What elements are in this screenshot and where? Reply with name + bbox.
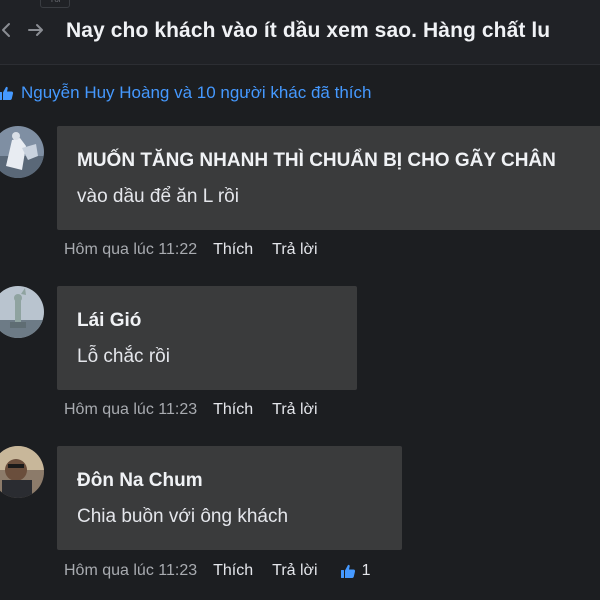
likes-summary[interactable]: Nguyễn Huy Hoàng và 10 người khác đã thí… xyxy=(0,80,371,106)
reply-link[interactable]: Trả lời xyxy=(272,562,317,580)
comment-bubble: Đôn Na Chum Chia buồn với ông khách xyxy=(57,446,402,550)
post-header: Tôi Nay cho khách vào ít dầu xem sao. Hà… xyxy=(0,0,600,65)
comment-author[interactable]: MUỐN TĂNG NHANH THÌ CHUẨN BỊ CHO GÃY CHÂ… xyxy=(77,150,597,172)
comment-bubble: Lái Gió Lỗ chắc rồi xyxy=(57,286,357,390)
like-link[interactable]: Thích xyxy=(213,562,253,580)
comment-author[interactable]: Đôn Na Chum xyxy=(77,470,382,492)
like-link[interactable]: Thích xyxy=(213,241,253,259)
top-tab-stub[interactable]: Tôi xyxy=(40,0,70,8)
comment-meta: Hôm qua lúc 11:23 Thích Trả lời xyxy=(64,399,337,421)
likes-text[interactable]: Nguyễn Huy Hoàng và 10 người khác đã thí… xyxy=(21,83,371,103)
post-title: Nay cho khách vào ít dầu xem sao. Hàng c… xyxy=(66,19,551,42)
back-arrow-icon[interactable] xyxy=(0,18,18,42)
reaction-count-value: 1 xyxy=(361,562,371,579)
comment-text: Lỗ chắc rồi xyxy=(77,346,170,367)
like-link[interactable]: Thích xyxy=(213,401,253,419)
reaction-count[interactable]: 1 xyxy=(340,562,371,580)
thumbs-up-icon xyxy=(0,85,14,101)
thumbs-up-icon xyxy=(340,563,356,579)
comment-time[interactable]: Hôm qua lúc 11:22 xyxy=(64,241,197,259)
avatar[interactable] xyxy=(0,126,44,178)
reply-link[interactable]: Trả lời xyxy=(272,401,317,419)
comment-meta: Hôm qua lúc 11:22 Thích Trả lời xyxy=(64,239,337,261)
comment-time[interactable]: Hôm qua lúc 11:23 xyxy=(64,562,197,580)
avatar[interactable] xyxy=(0,446,44,498)
comment-meta: Hôm qua lúc 11:23 Thích Trả lời 1 xyxy=(64,560,371,582)
comment-author[interactable]: Lái Gió xyxy=(77,310,337,332)
comment-time[interactable]: Hôm qua lúc 11:23 xyxy=(64,401,197,419)
comment-bubble: MUỐN TĂNG NHANH THÌ CHUẨN BỊ CHO GÃY CHÂ… xyxy=(57,126,600,230)
comment-text: Chia buồn với ông khách xyxy=(77,506,289,527)
comment-text: vào dầu để ăn L rồi xyxy=(77,186,239,207)
reply-link[interactable]: Trả lời xyxy=(272,241,317,259)
avatar[interactable] xyxy=(0,286,44,338)
forward-arrow-icon[interactable] xyxy=(24,18,48,42)
